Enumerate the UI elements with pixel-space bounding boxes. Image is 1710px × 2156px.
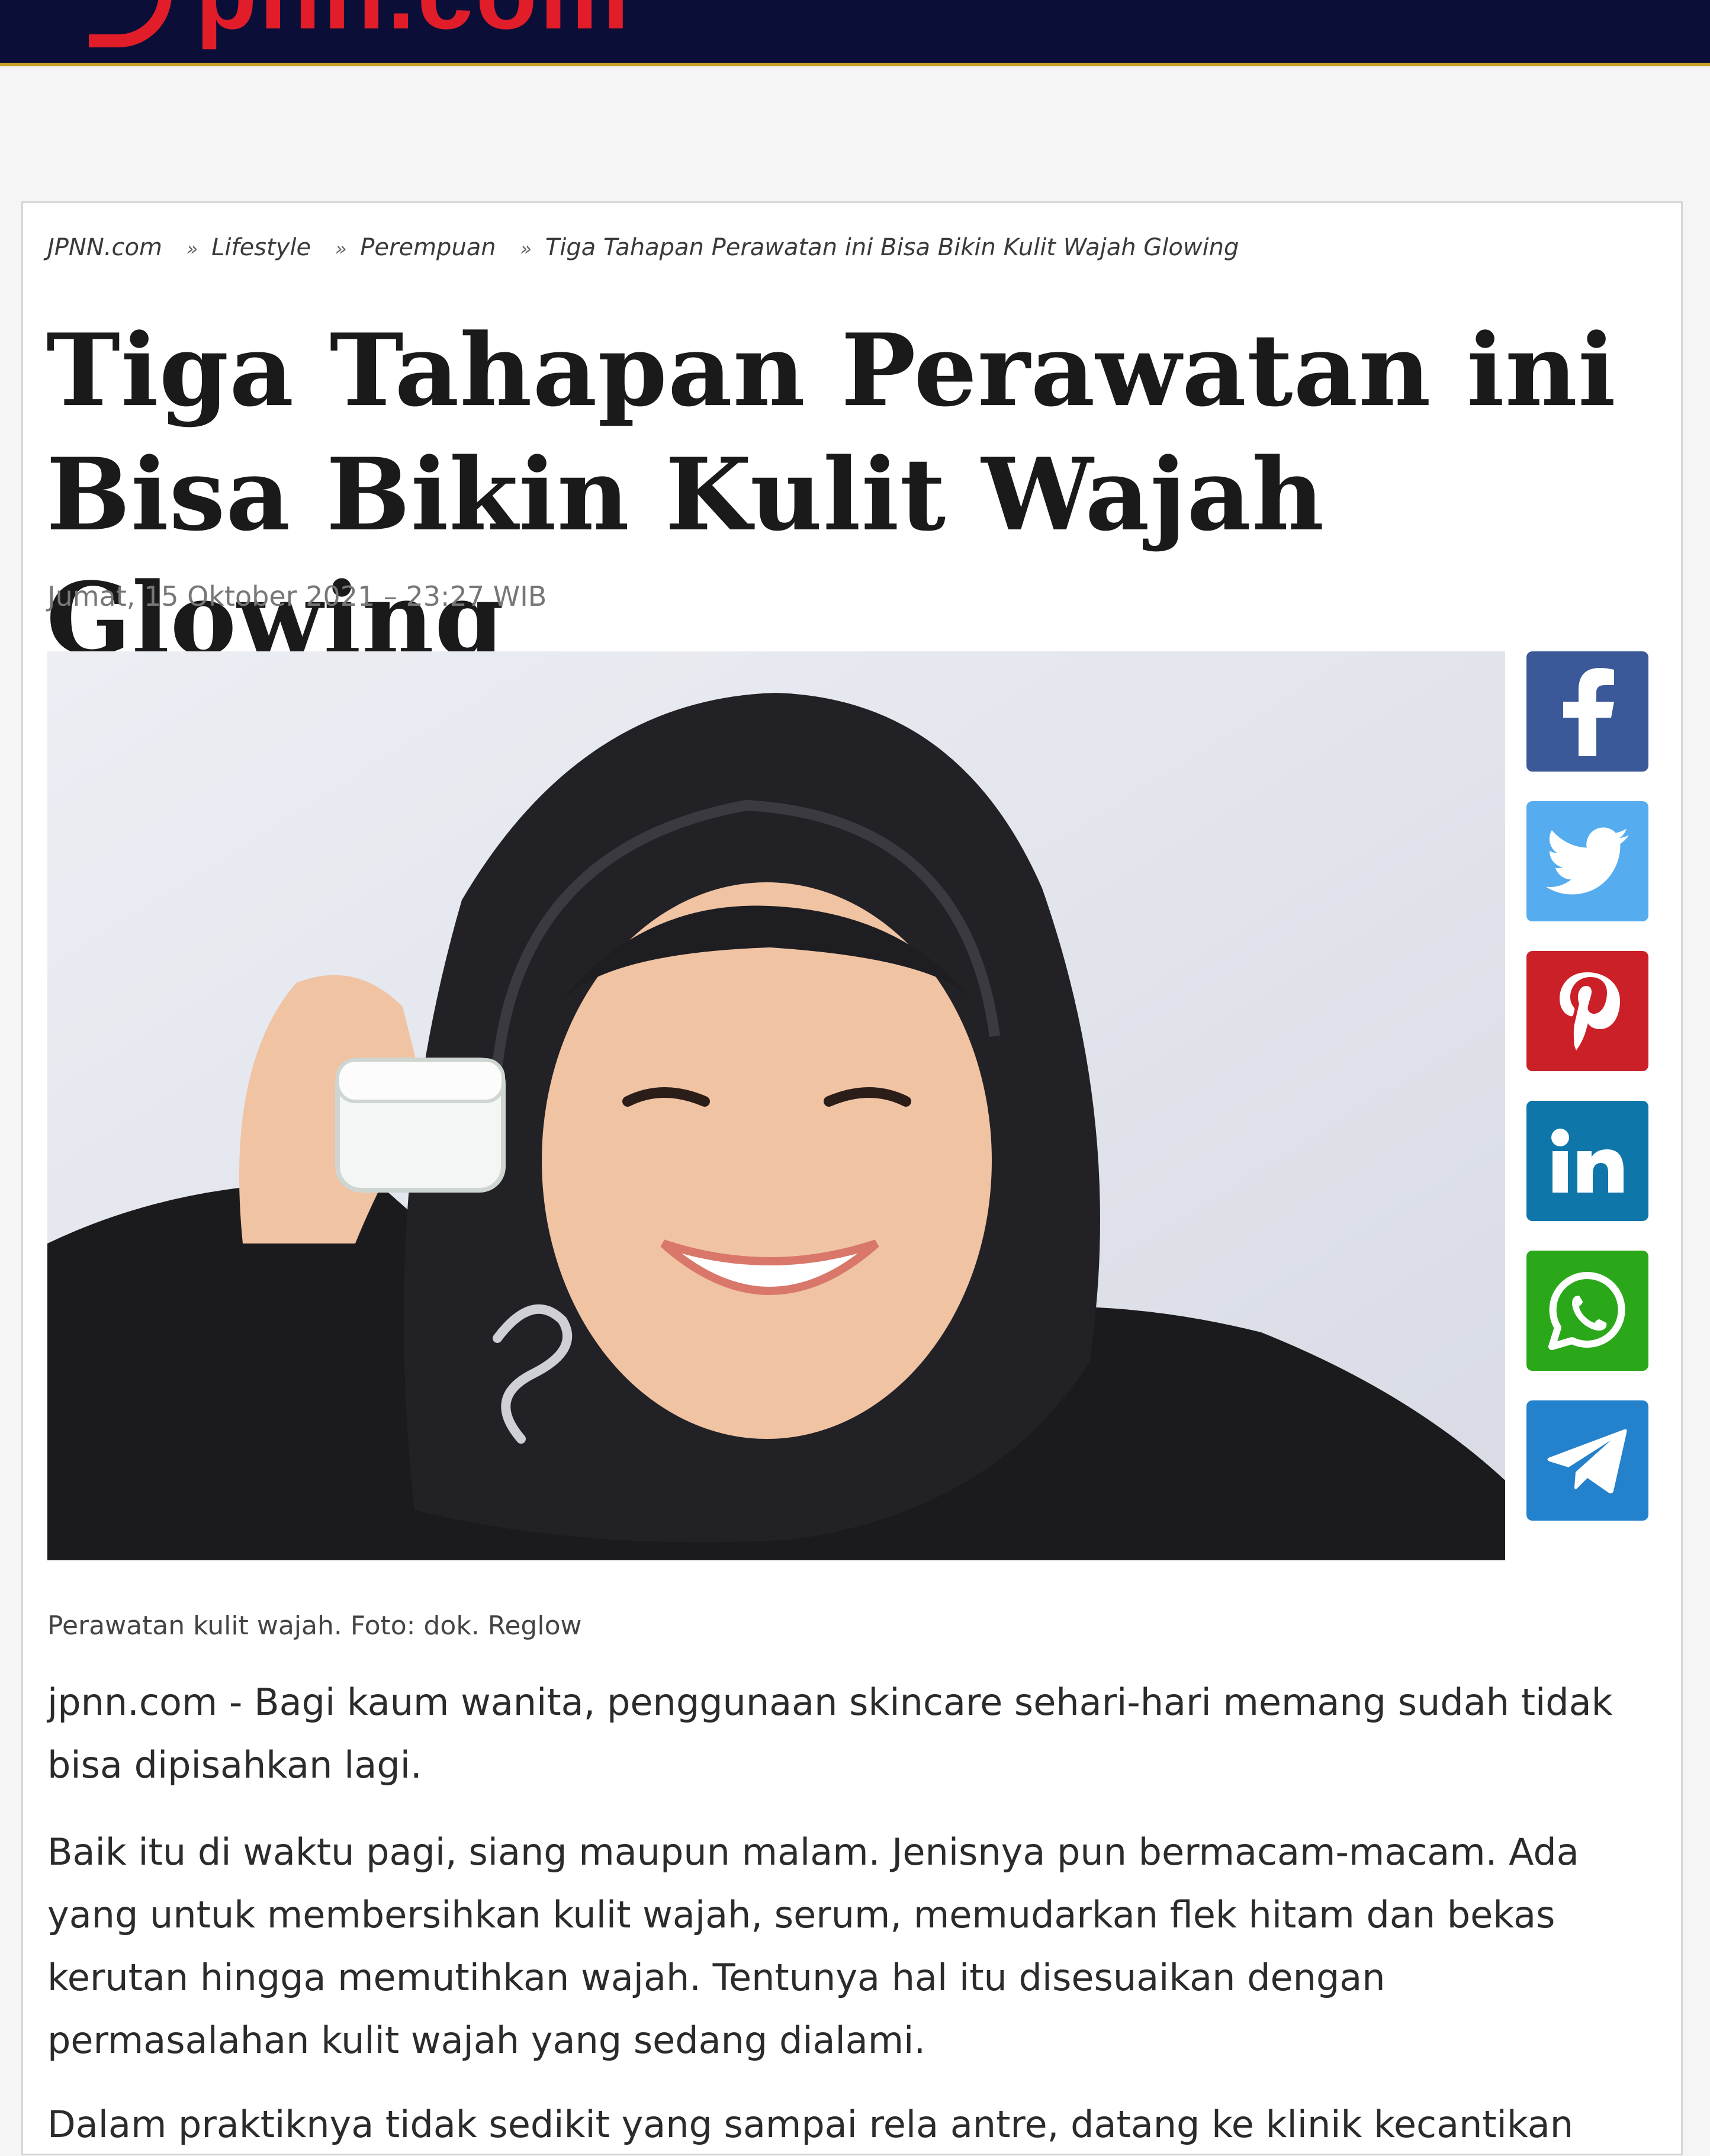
photo-caption: Perawatan kulit wajah. Foto: dok. Reglow bbox=[47, 1611, 582, 1641]
twitter-icon bbox=[1546, 827, 1629, 894]
linkedin-icon bbox=[1551, 1128, 1624, 1193]
breadcrumb-perempuan[interactable]: Perempuan bbox=[360, 234, 496, 261]
article-paragraph: Dalam praktiknya tidak sedikit yang samp… bbox=[47, 2103, 1573, 2146]
whatsapp-icon bbox=[1548, 1271, 1625, 1350]
breadcrumb: JPNN.com » Lifestyle » Perempuan » Tiga … bbox=[47, 234, 1239, 261]
breadcrumb-separator: » bbox=[520, 237, 532, 260]
site-header: pnn.com bbox=[0, 0, 1710, 66]
breadcrumb-separator: » bbox=[186, 237, 198, 260]
facebook-icon bbox=[1563, 667, 1614, 756]
share-whatsapp-button[interactable] bbox=[1526, 1251, 1648, 1371]
share-facebook-button[interactable] bbox=[1526, 651, 1648, 772]
article-photo bbox=[47, 651, 1505, 1560]
share-twitter-button[interactable] bbox=[1526, 801, 1648, 921]
site-logo-text[interactable]: pnn.com bbox=[195, 0, 631, 53]
article-title: Tiga Tahapan Perawatan ini Bisa Bikin Ku… bbox=[46, 311, 1616, 677]
breadcrumb-home[interactable]: JPNN.com bbox=[47, 234, 162, 261]
share-linkedin-button[interactable] bbox=[1526, 1101, 1648, 1221]
breadcrumb-lifestyle[interactable]: Lifestyle bbox=[211, 234, 311, 261]
pinterest-icon bbox=[1560, 972, 1620, 1050]
article-photo-illustration bbox=[47, 651, 1505, 1560]
share-pinterest-button[interactable] bbox=[1526, 951, 1648, 1071]
article-paragraph: jpnn.com - Bagi kaum wanita, penggunaan … bbox=[47, 1681, 1613, 1787]
share-telegram-button[interactable] bbox=[1526, 1400, 1648, 1521]
article-paragraph: Baik itu di waktu pagi, siang maupun mal… bbox=[47, 1830, 1579, 2062]
article-date: Jumat, 15 Oktober 2021 – 23:27 WIB bbox=[47, 580, 547, 612]
logo-j-mark[interactable] bbox=[89, 0, 172, 47]
breadcrumb-separator: » bbox=[335, 237, 347, 260]
breadcrumb-current[interactable]: Tiga Tahapan Perawatan ini Bisa Bikin Ku… bbox=[545, 234, 1239, 261]
telegram-icon bbox=[1547, 1429, 1627, 1493]
